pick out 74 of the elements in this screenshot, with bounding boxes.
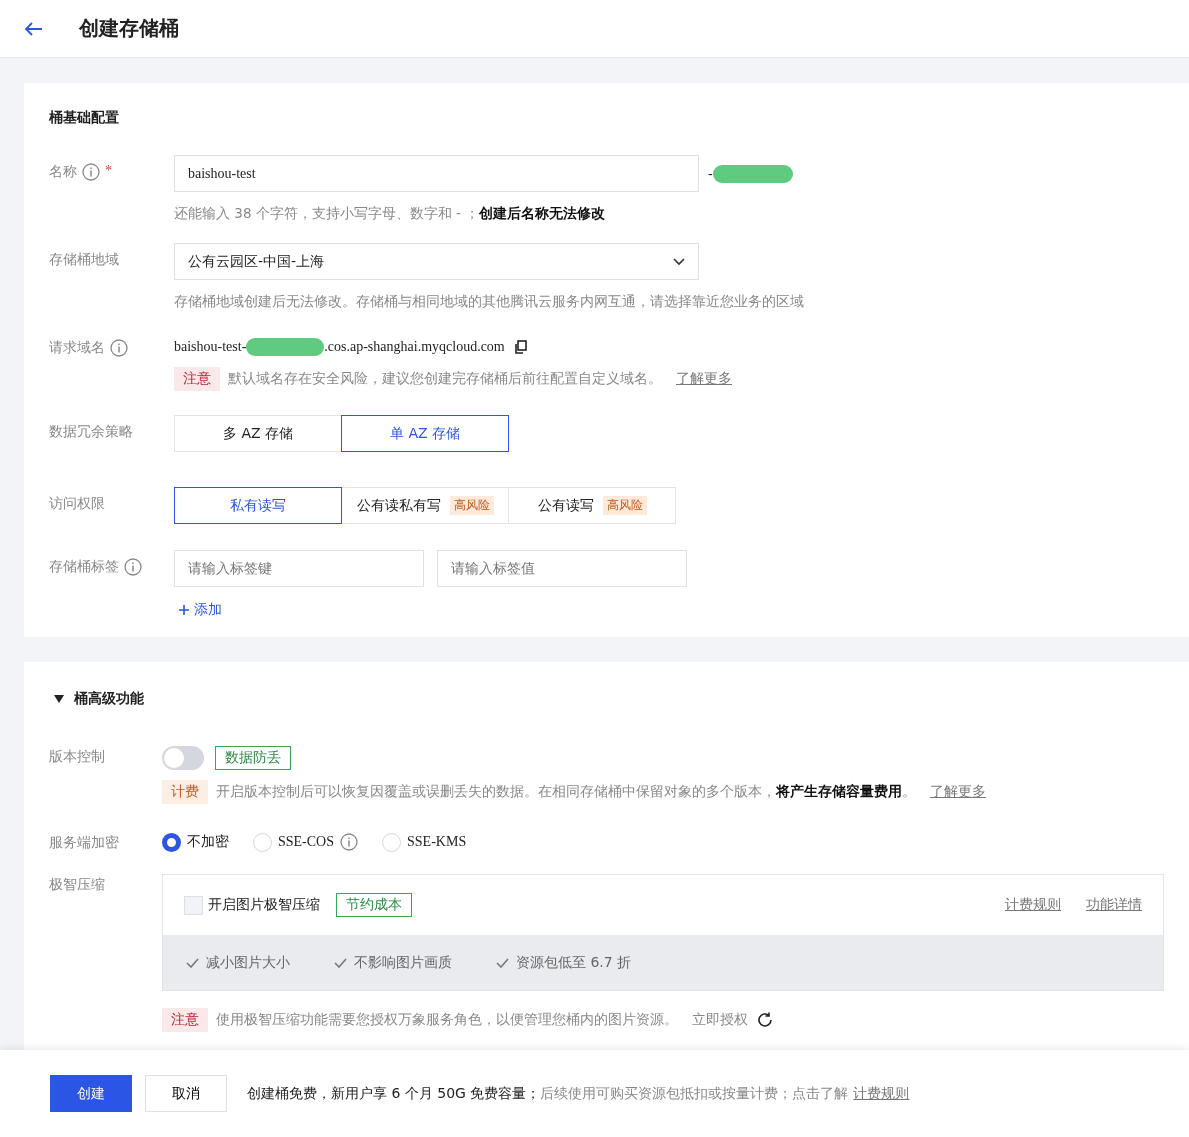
region-select[interactable]: 公有云园区-中国-上海 <box>174 243 699 280</box>
radio-label[interactable]: SSE-KMS <box>407 834 467 850</box>
check-icon <box>334 957 347 968</box>
domain-suffix: .cos.ap-shanghai.myqcloud.com <box>324 339 505 355</box>
panel-link[interactable]: 计费规则 <box>1005 896 1061 914</box>
segment-option[interactable]: 多 AZ 存储 <box>174 415 342 452</box>
field-label: 请求域名 <box>49 339 105 357</box>
section-title: 桶基础配置 <box>49 109 120 127</box>
risk-badge: 高风险 <box>449 496 494 515</box>
radio-label[interactable]: 不加密 <box>187 833 229 851</box>
tag-value-field[interactable]: 请输入标签值 <box>437 550 687 587</box>
field-label: 存储桶地域 <box>49 251 119 269</box>
checkbox[interactable] <box>184 895 203 915</box>
field-label: 服务端加密 <box>49 835 119 850</box>
authorize-link[interactable]: 立即授权 <box>692 1011 748 1029</box>
pricing-note: 后续使用可购买资源包抵扣或按量计费；点击了解 <box>540 1084 849 1103</box>
panel-link[interactable]: 功能详情 <box>1086 896 1142 914</box>
notice-tag: 注意 <box>162 1008 208 1032</box>
benefit-text: 减小图片大小 <box>206 953 290 972</box>
option-label: 私有读写 <box>230 496 286 515</box>
pricing-rules-link[interactable]: 计费规则 <box>853 1084 910 1103</box>
field-label: 访问权限 <box>49 495 105 513</box>
segment-option[interactable]: 私有读写 <box>174 487 342 524</box>
check-icon <box>186 957 199 968</box>
notice-text: 开启版本控制后可以恢复因覆盖或误删丢失的数据。在相同存储桶中保留对象的多个版本，将产生存储容量费用。 <box>216 783 916 801</box>
back-arrow-icon[interactable] <box>25 21 43 36</box>
learn-more-link[interactable]: 了解更多 <box>676 370 732 388</box>
segment-option[interactable]: 公有读私有写 高风险 <box>341 487 509 524</box>
chevron-down-icon <box>673 257 685 266</box>
create-button[interactable]: 创建 <box>50 1075 132 1112</box>
field-hint: 存储桶地域创建后无法修改。存储桶与相同地域的其他腾讯云服务内网互通，请选择靠近您业务的区域 <box>174 293 805 311</box>
feature-badge: 数据防丢 <box>215 746 291 770</box>
option-label: 公有读私有写 <box>356 496 441 515</box>
copy-icon[interactable] <box>513 340 527 354</box>
checkbox-label[interactable]: 开启图片极智压缩 <box>208 896 320 914</box>
pricing-highlight: 创建桶免费，新用户享 6 个月 50G 免费容量； <box>247 1084 541 1103</box>
field-label: 名称 <box>49 163 77 181</box>
notice-tag: 注意 <box>174 367 220 391</box>
add-tag-link[interactable]: 添加 <box>194 601 222 619</box>
field-label: 存储桶标签 <box>49 558 119 576</box>
plus-icon[interactable] <box>178 604 190 616</box>
radio-label[interactable]: SSE-COS <box>278 834 335 850</box>
learn-more-link[interactable]: 了解更多 <box>930 783 986 801</box>
info-icon[interactable] <box>110 339 128 357</box>
field-label: 极智压缩 <box>49 877 105 892</box>
feature-badge: 节约成本 <box>336 893 412 917</box>
check-icon <box>496 957 509 968</box>
segment-option[interactable]: 公有读写 高风险 <box>508 487 676 524</box>
field-label: 版本控制 <box>49 749 105 764</box>
radio-button[interactable] <box>162 832 181 852</box>
fee-tag: 计费 <box>162 780 208 804</box>
option-label: 公有读写 <box>537 496 594 515</box>
domain-prefix: baishou-test- <box>174 339 247 355</box>
benefit-text: 资源包低至 6.7 折 <box>516 953 632 972</box>
info-icon[interactable] <box>340 833 359 851</box>
info-icon[interactable] <box>82 163 100 181</box>
refresh-icon[interactable] <box>756 1011 774 1029</box>
page-title: 创建存储桶 <box>79 15 179 42</box>
field-hint: 还能输入 38 个字符，支持小写字母、数字和 - ；创建后名称无法修改 <box>174 205 607 223</box>
collapse-triangle-icon[interactable] <box>54 695 64 703</box>
section-title: 桶高级功能 <box>74 690 144 708</box>
notice-text: 使用极智压缩功能需要您授权万象服务角色，以便管理您桶内的图片资源。 <box>216 1011 678 1029</box>
versioning-toggle[interactable] <box>162 746 204 770</box>
risk-badge: 高风险 <box>602 496 647 515</box>
bucket-name-field[interactable]: baishou-test <box>174 155 699 192</box>
required-mark: * <box>105 163 112 179</box>
info-icon[interactable] <box>124 558 142 576</box>
field-label: 数据冗余策略 <box>49 423 133 441</box>
benefit-text: 不影响图片画质 <box>354 953 452 972</box>
segment-option[interactable]: 单 AZ 存储 <box>341 415 509 452</box>
name-suffix: - <box>708 165 713 182</box>
cancel-button[interactable]: 取消 <box>145 1075 227 1112</box>
notice-text: 默认域名存在安全风险，建议您创建完存储桶后前往配置自定义域名。 <box>228 370 662 388</box>
tag-key-field[interactable]: 请输入标签键 <box>174 550 424 587</box>
